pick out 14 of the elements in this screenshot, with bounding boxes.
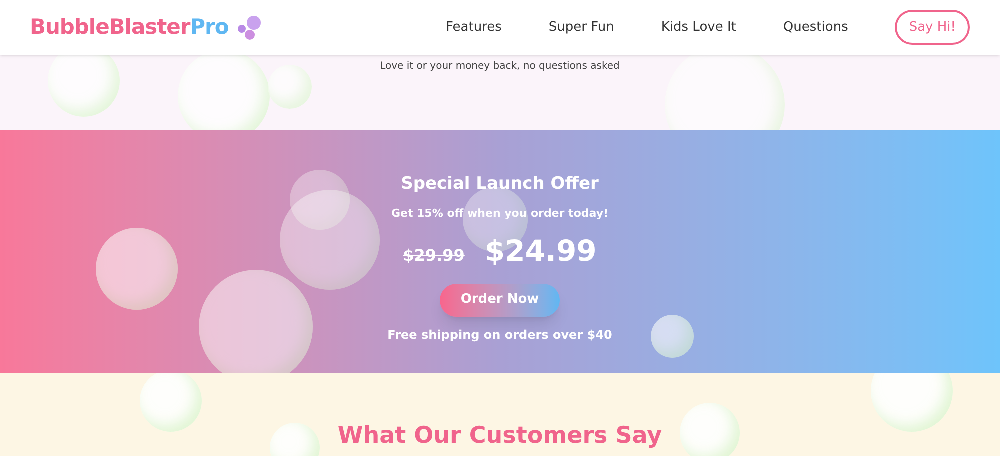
guarantee-text: Love it or your money back, no questions asked <box>379 60 621 74</box>
nav-link[interactable]: Kids Love It <box>661 18 736 38</box>
bubbles-logo-icon <box>236 14 263 40</box>
offer-title: Special Launch Offer <box>401 173 599 196</box>
bubble <box>680 403 740 456</box>
old-price: $29.99 <box>403 245 465 267</box>
nav-link[interactable]: Questions <box>783 18 848 38</box>
nav-link[interactable]: Super Fun <box>548 18 614 38</box>
bubble <box>651 315 694 358</box>
nav-link[interactable]: Features <box>446 18 502 38</box>
sale-price: $24.99 <box>484 233 597 270</box>
section-heading: What Our Customers Say <box>338 422 662 450</box>
shipping-note: Free shipping on orders over $40 <box>388 326 612 344</box>
offer-subtitle: Get 15% off when you order today! <box>391 206 609 222</box>
